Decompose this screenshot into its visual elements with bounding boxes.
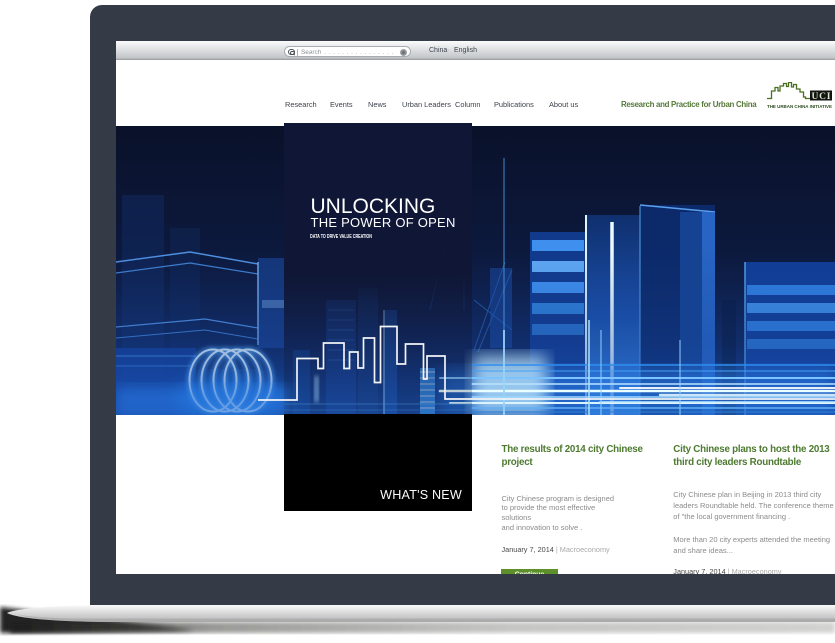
svg-text:UCI: UCI bbox=[812, 92, 831, 102]
svg-text:THE URBAN CHINA INITIATIVE: THE URBAN CHINA INITIATIVE bbox=[767, 104, 832, 109]
